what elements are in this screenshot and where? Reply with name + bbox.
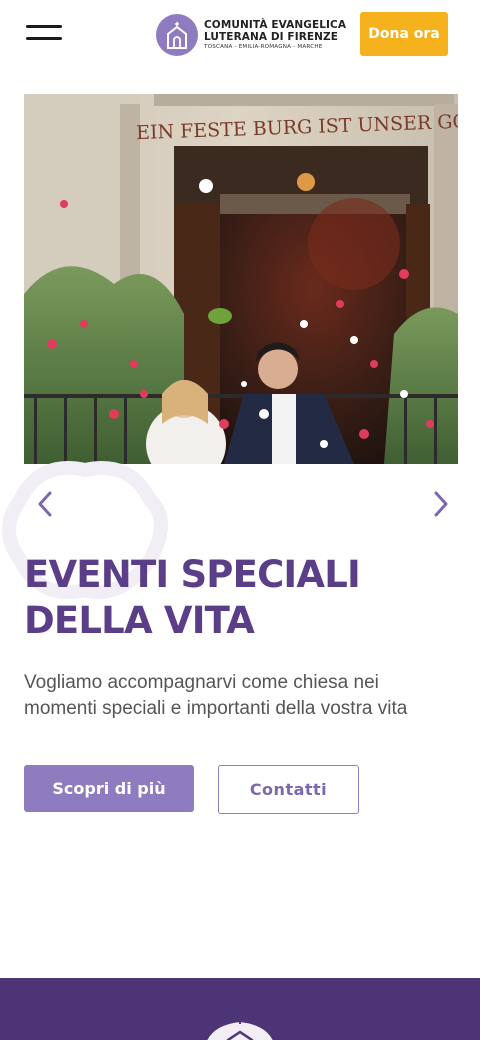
hamburger-menu-icon[interactable] bbox=[26, 22, 62, 44]
site-header: COMUNITÀ EVANGELICA LUTERANA DI FIRENZE … bbox=[0, 0, 480, 70]
hero-description-line-2: momenti speciali e importanti della vost… bbox=[24, 698, 408, 719]
logo-line-1: COMUNITÀ EVANGELICA bbox=[204, 18, 347, 31]
logo-line-2: LUTERANA DI FIRENZE bbox=[204, 30, 339, 43]
chevron-left-icon[interactable] bbox=[30, 486, 60, 522]
hero-description-line-1: Vogliamo accompagnarvi come chiesa nei bbox=[24, 672, 379, 693]
hero-title-line-2: DELLA VITA bbox=[24, 599, 255, 642]
hero-title-line-1: EVENTI SPECIALI bbox=[24, 553, 361, 596]
donate-button[interactable]: Dona ora bbox=[360, 12, 448, 56]
hero-description: Vogliamo accompagnarvi come chiesa nei m… bbox=[24, 670, 464, 722]
chevron-right-icon[interactable] bbox=[426, 486, 456, 522]
discover-more-button[interactable]: Scopri di più bbox=[24, 765, 194, 812]
contacts-button[interactable]: Contatti bbox=[218, 765, 359, 814]
hero-title: EVENTI SPECIALI DELLA VITA bbox=[24, 552, 464, 644]
footer-church-logo-icon bbox=[200, 1016, 280, 1040]
site-logo[interactable]: COMUNITÀ EVANGELICA LUTERANA DI FIRENZE … bbox=[156, 14, 346, 56]
hero-slide-image: EIN FESTE BURG IST UNSER GOTT bbox=[24, 94, 458, 464]
footer-band bbox=[0, 978, 480, 1040]
church-logo-icon bbox=[156, 14, 198, 56]
logo-region-line: TOSCANA - EMILIA-ROMAGNA - MARCHE bbox=[204, 43, 323, 50]
logo-text: COMUNITÀ EVANGELICA LUTERANA DI FIRENZE … bbox=[204, 19, 346, 52]
